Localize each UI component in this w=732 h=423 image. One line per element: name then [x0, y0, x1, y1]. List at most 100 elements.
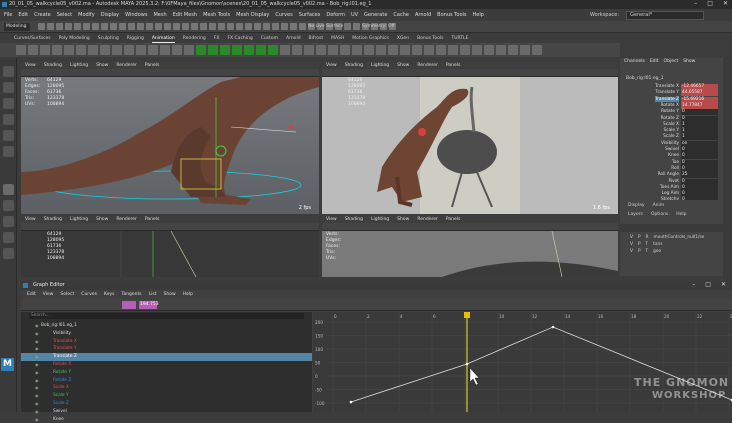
- shelf-tool-icon[interactable]: [496, 45, 506, 55]
- minimize-button[interactable]: –: [694, 0, 697, 7]
- menu-item-edit-mesh[interactable]: Edit Mesh: [173, 11, 197, 20]
- shelf-tab-rigging[interactable]: Rigging: [127, 35, 144, 43]
- outliner-search[interactable]: Search...: [29, 313, 304, 319]
- status-tool-icon[interactable]: [155, 23, 162, 30]
- live-surface-label[interactable]: No Live Surface: [308, 24, 343, 29]
- status-tool-icon[interactable]: [47, 23, 54, 30]
- eye-icon[interactable]: ◉: [35, 361, 39, 369]
- shelf-tool-icon[interactable]: [256, 45, 266, 55]
- shelf-tool-icon[interactable]: [280, 45, 290, 55]
- menu-item-surfaces[interactable]: Surfaces: [299, 11, 321, 20]
- viewport-menu-lighting[interactable]: Lighting: [70, 216, 88, 223]
- status-tool-icon[interactable]: [173, 23, 180, 30]
- shelf-tab-xgen[interactable]: XGen: [397, 35, 409, 43]
- layer-flag[interactable]: T: [646, 241, 649, 248]
- layer-flag[interactable]: V: [630, 241, 633, 248]
- single-pane-icon[interactable]: [3, 184, 14, 195]
- eye-icon[interactable]: ◉: [35, 353, 39, 361]
- shelf-tool-icon[interactable]: [208, 45, 218, 55]
- menu-item-bonus-tools[interactable]: Bonus Tools: [437, 11, 466, 20]
- shelf-tool-icon[interactable]: [232, 45, 242, 55]
- layer-row[interactable]: V P Tgeo: [620, 248, 723, 255]
- attr-value[interactable]: 14.77847: [681, 102, 718, 109]
- status-tool-icon[interactable]: [353, 23, 360, 30]
- layer-flag[interactable]: P: [638, 241, 641, 248]
- shelf-tab-bifrost[interactable]: Bifrost: [309, 35, 324, 43]
- shelf-tool-icon[interactable]: [508, 45, 518, 55]
- eye-icon[interactable]: ◉: [35, 369, 39, 377]
- shelf-tool-icon[interactable]: [532, 45, 542, 55]
- menu-item-mesh-tools[interactable]: Mesh Tools: [203, 11, 230, 20]
- status-tool-icon[interactable]: [83, 23, 90, 30]
- viewport-menu-renderer[interactable]: Renderer: [116, 216, 137, 223]
- attr-value[interactable]: 0: [681, 159, 718, 166]
- close-button[interactable]: ✕: [723, 0, 728, 7]
- status-tool-icon[interactable]: [245, 23, 252, 30]
- shelf-tool-icon[interactable]: [172, 45, 182, 55]
- viewport-menu-view[interactable]: View: [326, 62, 337, 69]
- status-tool-icon[interactable]: [281, 23, 288, 30]
- reference-scene[interactable]: [322, 77, 618, 214]
- viewport-bottom-left[interactable]: View Shading Lighting Show Renderer Panels 64…: [21, 216, 319, 277]
- shelf-tab-poly-modeling[interactable]: Poly Modeling: [59, 35, 90, 43]
- attr-value[interactable]: -15.69216: [681, 96, 718, 103]
- outliner-channel[interactable]: ◉ Translate Y: [21, 345, 312, 353]
- graph-menu-keys[interactable]: Keys: [104, 291, 115, 299]
- layer-row[interactable]: V P RmouthControls_null1/se: [620, 234, 723, 241]
- eye-icon[interactable]: ◉: [35, 392, 39, 400]
- menu-item-mesh-display[interactable]: Mesh Display: [236, 11, 269, 20]
- curve-view[interactable]: [21, 231, 319, 277]
- shelf-tab-fx[interactable]: FX: [214, 35, 220, 43]
- shelf-tool-icon[interactable]: [340, 45, 350, 55]
- graph-menu-list[interactable]: List: [149, 291, 157, 299]
- attr-value[interactable]: 0: [681, 178, 718, 185]
- viewport-menu-lighting[interactable]: Lighting: [371, 216, 389, 223]
- menu-item-curves[interactable]: Curves: [275, 11, 292, 20]
- viewport-menu-renderer[interactable]: Renderer: [116, 62, 137, 69]
- layer-flag[interactable]: P: [638, 234, 641, 241]
- outliner-channel[interactable]: ◉ Translate X: [21, 338, 312, 346]
- eye-icon[interactable]: ◉: [35, 400, 39, 408]
- menu-item-edit[interactable]: Edit: [18, 11, 28, 20]
- status-tool-icon[interactable]: [119, 23, 126, 30]
- viewport-menu-shading[interactable]: Shading: [44, 216, 62, 223]
- shelf-tool-icon[interactable]: [40, 45, 50, 55]
- status-tool-icon[interactable]: [164, 23, 171, 30]
- attr-value[interactable]: 0: [681, 147, 718, 153]
- menu-item-select[interactable]: Select: [57, 11, 72, 20]
- shelf-tool-icon[interactable]: [112, 45, 122, 55]
- shelf-tab-custom[interactable]: Custom: [261, 35, 278, 43]
- menu-item-help[interactable]: Help: [473, 11, 484, 20]
- shelf-tool-icon[interactable]: [64, 45, 74, 55]
- menu-item-mesh[interactable]: Mesh: [153, 11, 166, 20]
- viewport-menu-shading[interactable]: Shading: [44, 62, 62, 69]
- shelf-tool-icon[interactable]: [100, 45, 110, 55]
- graph-maximize-button[interactable]: □: [705, 281, 711, 288]
- status-tool-icon[interactable]: [272, 23, 279, 30]
- shelf-tool-icon[interactable]: [376, 45, 386, 55]
- layer-tab-anim[interactable]: Anim: [653, 203, 665, 208]
- persp-graph-icon[interactable]: [3, 216, 14, 227]
- shelf-tool-icon[interactable]: [400, 45, 410, 55]
- shelf-tab-animation[interactable]: Animation: [151, 35, 175, 43]
- viewport-menu-show[interactable]: Show: [96, 62, 108, 69]
- eye-icon[interactable]: ◉: [35, 384, 39, 392]
- shelf-tool-icon[interactable]: [136, 45, 146, 55]
- maximize-button[interactable]: □: [707, 0, 713, 7]
- status-tool-icon[interactable]: [236, 23, 243, 30]
- status-tool-icon[interactable]: [74, 23, 81, 30]
- shelf-tab-sculpting[interactable]: Sculpting: [98, 35, 119, 43]
- shelf-tab-curves-surfaces[interactable]: Curves/Surfaces: [14, 35, 51, 43]
- status-tool-icon[interactable]: [101, 23, 108, 30]
- attr-value[interactable]: 1: [681, 134, 718, 141]
- shelf-tool-icon[interactable]: [436, 45, 446, 55]
- graph-menu-help[interactable]: Help: [183, 291, 193, 299]
- graph-menu-view[interactable]: View: [43, 291, 54, 299]
- shelf-tool-icon[interactable]: [484, 45, 494, 55]
- graph-minimize-button[interactable]: –: [692, 281, 695, 288]
- attr-value[interactable]: 0: [681, 165, 718, 172]
- shelf-tool-icon[interactable]: [460, 45, 470, 55]
- viewport-top-right[interactable]: View Shading Lighting Show Renderer Panels 64…: [322, 62, 618, 214]
- status-tool-icon[interactable]: [218, 23, 225, 30]
- shelf-tool-icon[interactable]: [196, 45, 206, 55]
